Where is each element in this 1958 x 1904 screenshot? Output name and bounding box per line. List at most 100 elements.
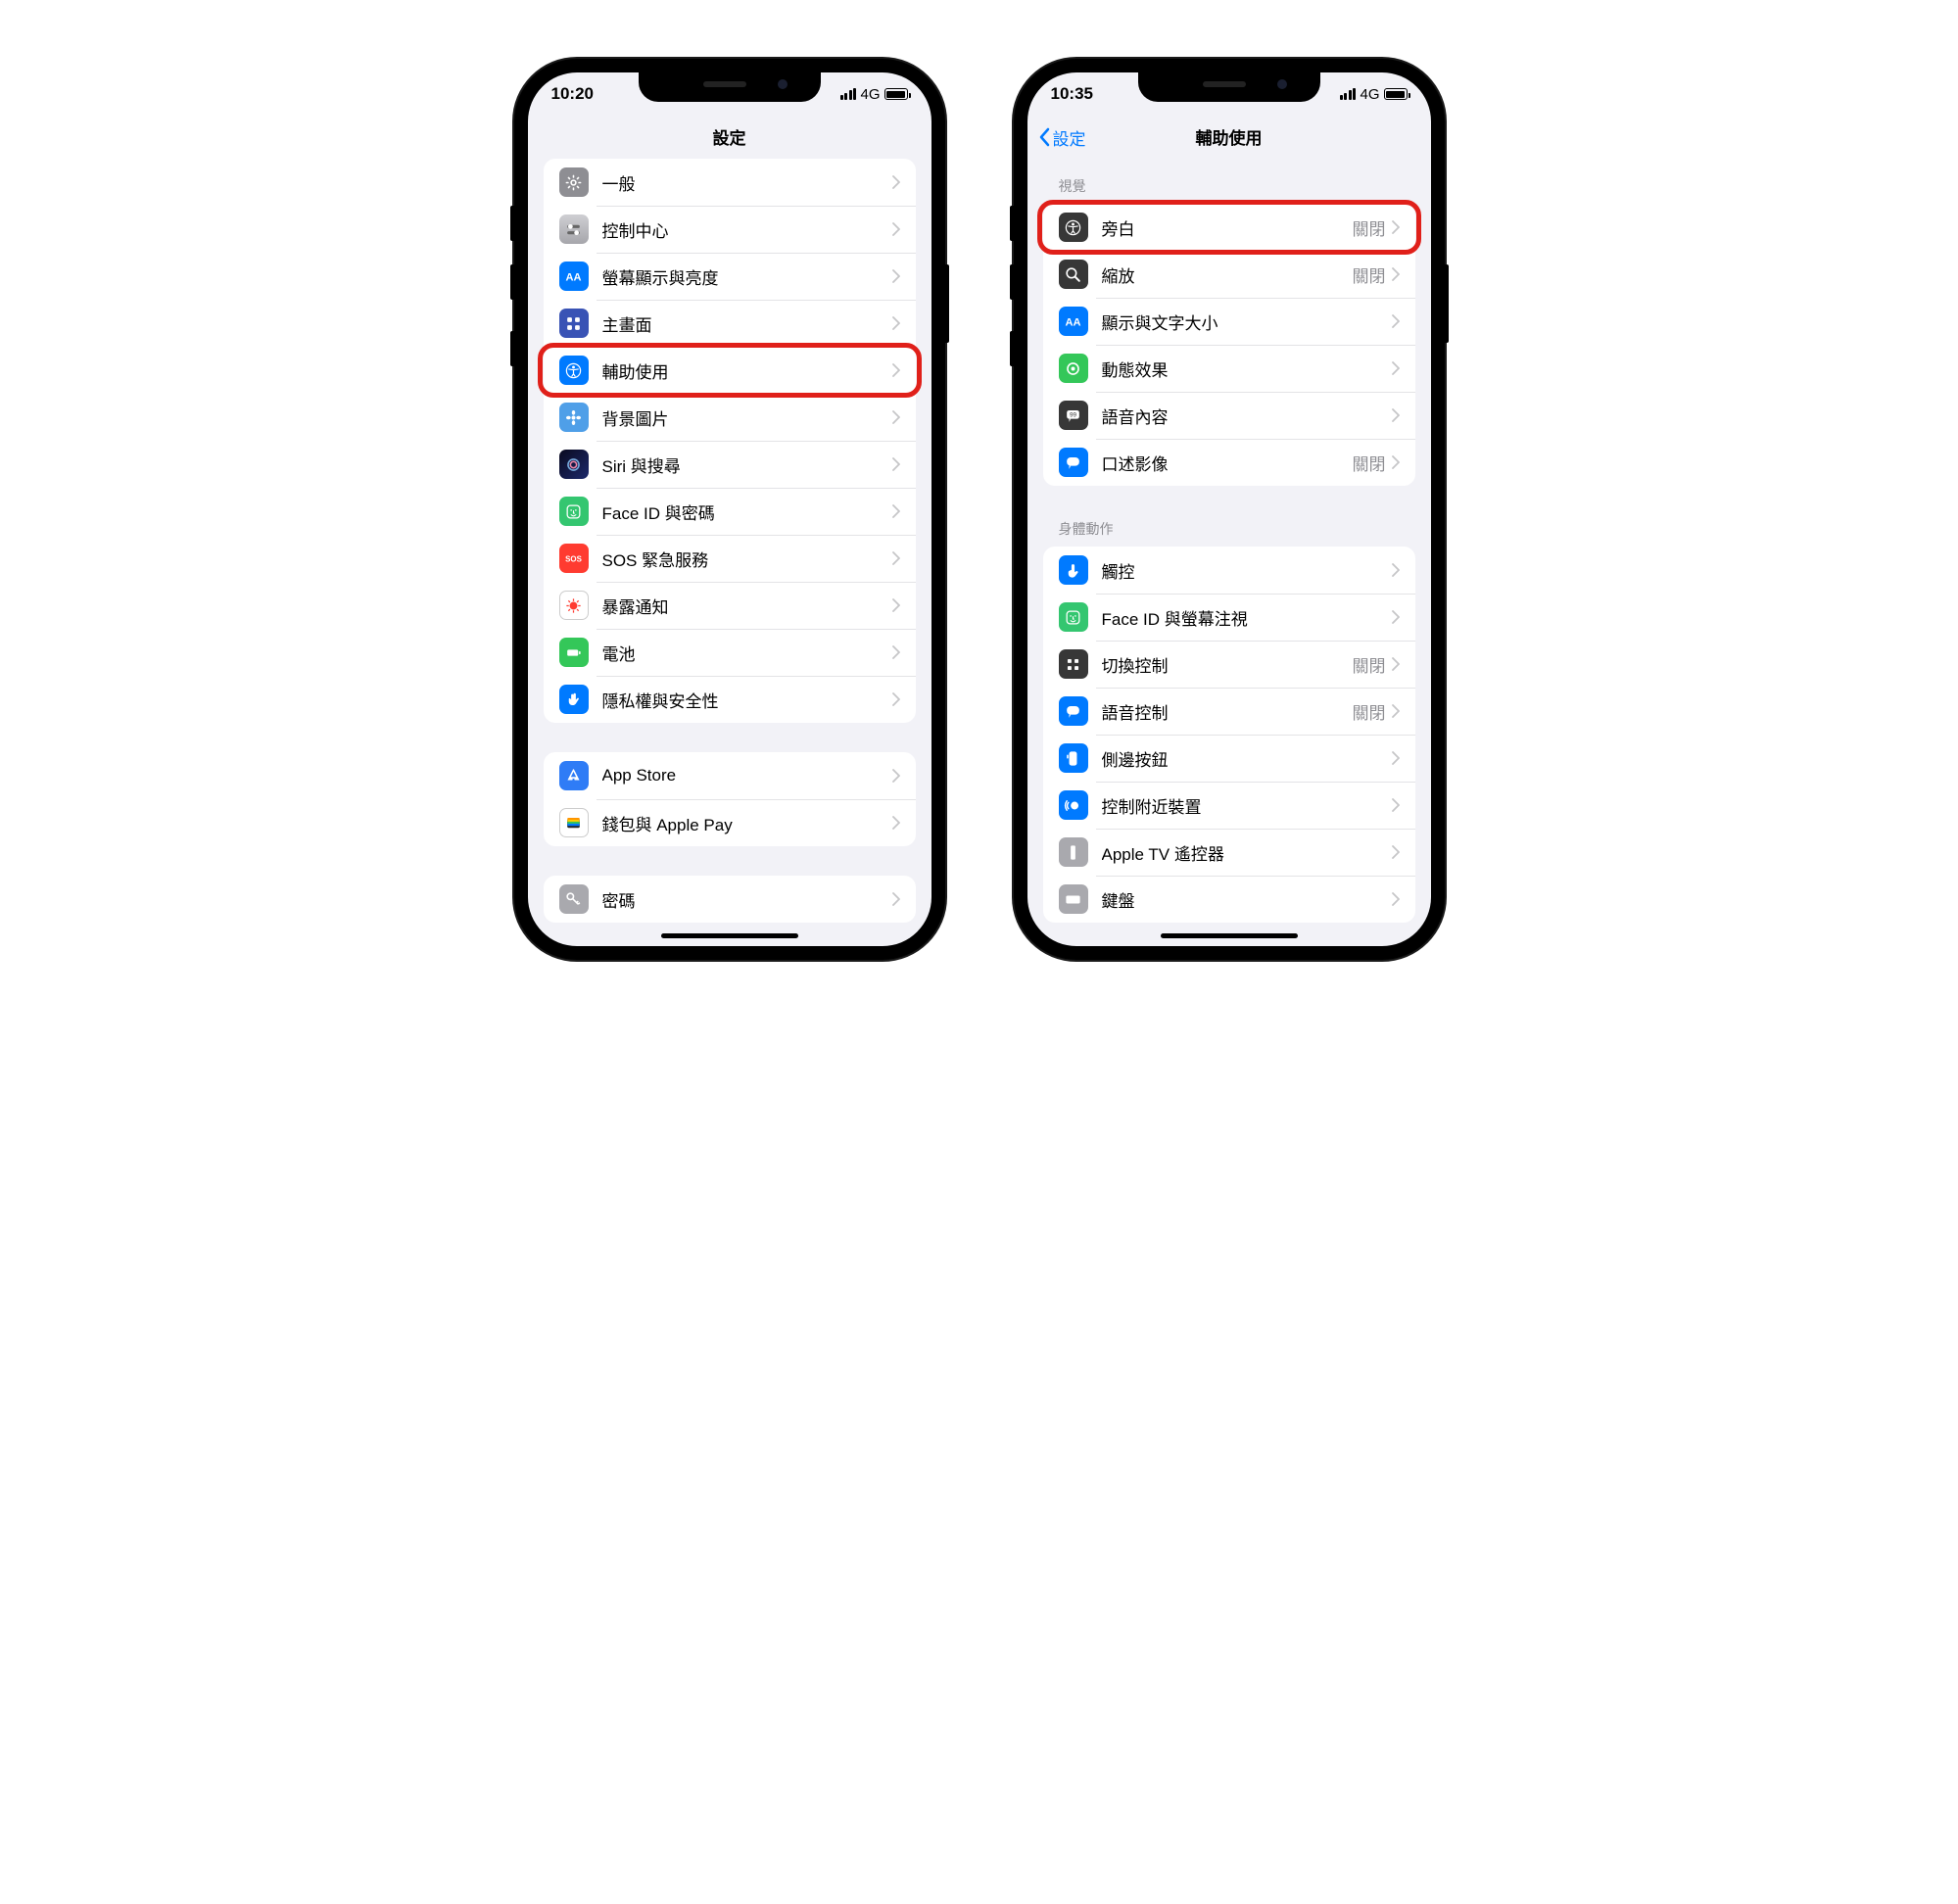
row-side-button[interactable]: 側邊按鈕 <box>1043 735 1415 782</box>
chevron-right-icon <box>1392 657 1400 671</box>
row-zoom[interactable]: 縮放關閉 <box>1043 251 1415 298</box>
page-title: 輔助使用 <box>1196 124 1263 149</box>
home-indicator[interactable] <box>1161 933 1298 938</box>
status-network: 4G <box>860 86 880 103</box>
chevron-right-icon <box>892 316 900 330</box>
side-icon <box>1059 743 1088 773</box>
chevron-right-icon <box>1392 314 1400 328</box>
apps-icon <box>559 309 589 338</box>
sos-icon <box>559 544 589 573</box>
touch-icon <box>1059 555 1088 585</box>
signal-icon <box>1340 88 1357 101</box>
row-label: 控制附近裝置 <box>1102 793 1392 818</box>
chevron-left-icon <box>1037 127 1051 147</box>
row-wallet[interactable]: 錢包與 Apple Pay <box>544 799 916 846</box>
row-spoken[interactable]: 語音內容 <box>1043 392 1415 439</box>
chevron-right-icon <box>1392 455 1400 469</box>
status-time: 10:35 <box>1051 84 1093 104</box>
back-button[interactable]: 設定 <box>1037 116 1086 159</box>
signal-icon <box>840 88 857 101</box>
row-nearby[interactable]: 控制附近裝置 <box>1043 782 1415 829</box>
chevron-right-icon <box>1392 408 1400 422</box>
faceid-icon <box>1059 602 1088 632</box>
chevron-right-icon <box>1392 751 1400 765</box>
row-control-center[interactable]: 控制中心 <box>544 206 916 253</box>
row-label: 動態效果 <box>1102 357 1392 381</box>
row-touch[interactable]: 觸控 <box>1043 547 1415 594</box>
row-sos[interactable]: SOS 緊急服務 <box>544 535 916 582</box>
access-icon <box>1059 213 1088 242</box>
row-general[interactable]: 一般 <box>544 159 916 206</box>
section-header-motor: 身體動作 <box>1043 515 1415 547</box>
chevron-right-icon <box>892 816 900 830</box>
row-label: 主畫面 <box>602 311 892 336</box>
row-passwords[interactable]: 密碼 <box>544 876 916 923</box>
row-exposure[interactable]: 暴露通知 <box>544 582 916 629</box>
row-faceid[interactable]: Face ID 與密碼 <box>544 488 916 535</box>
battery-icon <box>559 638 589 667</box>
chevron-right-icon <box>892 769 900 783</box>
row-value: 關閉 <box>1353 652 1386 677</box>
switches-icon <box>559 214 589 244</box>
row-appletv[interactable]: Apple TV 遙控器 <box>1043 829 1415 876</box>
row-accessibility[interactable]: 輔助使用 <box>544 347 916 394</box>
home-indicator[interactable] <box>661 933 798 938</box>
chevron-right-icon <box>892 363 900 377</box>
row-home-screen[interactable]: 主畫面 <box>544 300 916 347</box>
row-label: 側邊按鈕 <box>1102 746 1392 771</box>
settings-group-2: App Store 錢包與 Apple Pay <box>544 752 916 846</box>
appstore-icon <box>559 761 589 790</box>
row-display[interactable]: 螢幕顯示與亮度 <box>544 253 916 300</box>
chevron-right-icon <box>892 457 900 471</box>
row-label: Face ID 與密碼 <box>602 500 892 524</box>
row-voice-control[interactable]: 語音控制關閉 <box>1043 688 1415 735</box>
row-siri[interactable]: Siri 與搜尋 <box>544 441 916 488</box>
siri-icon <box>559 450 589 479</box>
row-label: 輔助使用 <box>602 358 892 383</box>
row-battery[interactable]: 電池 <box>544 629 916 676</box>
status-right: 4G <box>840 86 908 103</box>
notch <box>639 72 821 102</box>
accessibility-group-motor: 觸控Face ID 與螢幕注視切換控制關閉語音控制關閉側邊按鈕控制附近裝置 App… <box>1043 547 1415 923</box>
row-voiceover[interactable]: 旁白關閉 <box>1043 204 1415 251</box>
chevron-right-icon <box>892 692 900 706</box>
row-keyboard[interactable]: 鍵盤 <box>1043 876 1415 923</box>
row-label: 背景圖片 <box>602 405 892 430</box>
row-display-text[interactable]: 顯示與文字大小 <box>1043 298 1415 345</box>
page-title: 設定 <box>713 124 746 149</box>
key-icon <box>559 884 589 914</box>
remote-icon <box>1059 837 1088 867</box>
row-label: 錢包與 Apple Pay <box>602 811 892 835</box>
chevron-right-icon <box>892 222 900 236</box>
settings-scroll[interactable]: 一般控制中心螢幕顯示與亮度主畫面輔助使用背景圖片 Siri 與搜尋 Face ID … <box>528 159 931 946</box>
chevron-right-icon <box>892 504 900 518</box>
row-label: 電池 <box>602 641 892 665</box>
row-label: Apple TV 遙控器 <box>1102 840 1392 865</box>
chevron-right-icon <box>1392 220 1400 234</box>
keyboard-icon <box>1059 884 1088 914</box>
row-value: 關閉 <box>1353 262 1386 287</box>
row-audio-desc[interactable]: 口述影像關閉 <box>1043 439 1415 486</box>
chevron-right-icon <box>1392 563 1400 577</box>
accessibility-scroll[interactable]: 視覺 旁白關閉縮放關閉顯示與文字大小動態效果語音內容口述影像關閉 身體動作 觸控… <box>1027 159 1431 946</box>
row-label: 口述影像 <box>1102 451 1353 475</box>
nav-bar: 設定 <box>528 116 931 159</box>
row-faceid-attn[interactable]: Face ID 與螢幕注視 <box>1043 594 1415 641</box>
row-value: 關閉 <box>1353 699 1386 724</box>
settings-group-1: 一般控制中心螢幕顯示與亮度主畫面輔助使用背景圖片 Siri 與搜尋 Face ID … <box>544 159 916 723</box>
row-label: 鍵盤 <box>1102 887 1392 912</box>
screen-left: 10:20 4G 設定 一般控制中心螢幕顯示與亮度主畫面輔助使用背景圖片Siri… <box>528 72 931 946</box>
row-wallpaper[interactable]: 背景圖片 <box>544 394 916 441</box>
row-label: 一般 <box>602 170 892 195</box>
row-motion[interactable]: 動態效果 <box>1043 345 1415 392</box>
screen-right: 10:35 4G 設定 輔助使用 視覺 旁白關閉縮放關閉顯示與文字大小動態效果語… <box>1027 72 1431 946</box>
chevron-right-icon <box>1392 845 1400 859</box>
row-value: 關閉 <box>1353 215 1386 240</box>
bubble-icon <box>1059 448 1088 477</box>
aa-icon <box>1059 307 1088 336</box>
wallet-icon <box>559 808 589 837</box>
row-label: Siri 與搜尋 <box>602 452 892 477</box>
row-switch-control[interactable]: 切換控制關閉 <box>1043 641 1415 688</box>
row-privacy[interactable]: 隱私權與安全性 <box>544 676 916 723</box>
row-appstore[interactable]: App Store <box>544 752 916 799</box>
